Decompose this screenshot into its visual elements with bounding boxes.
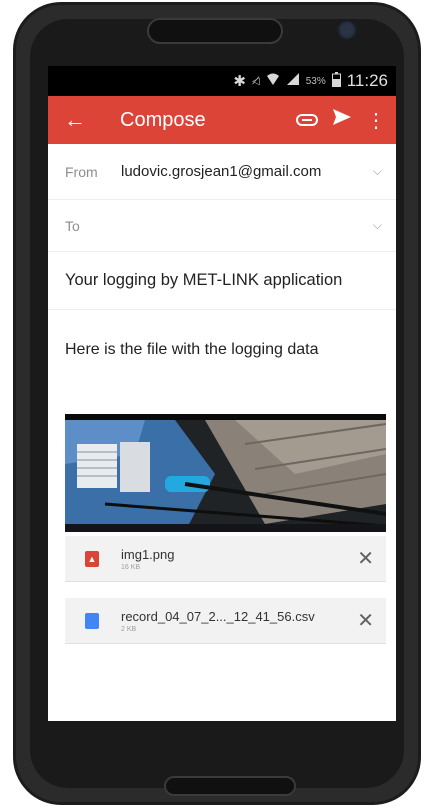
attachment-card[interactable]: ▲ img1.png 16 KB ✕ [65,536,386,582]
mute-icon: ◁̸ [252,76,260,87]
document-file-icon [85,613,99,629]
page-title: Compose [120,109,282,132]
status-bar: ✱ ◁̸ 53% 11:26 [48,66,396,96]
clock: 11:26 [347,71,388,91]
image-attachment-preview[interactable] [65,414,386,532]
attachment-card[interactable]: record_04_07_2..._12_41_56.csv 2 KB ✕ [65,598,386,644]
attachment-size: 16 KB [121,564,357,571]
signal-icon [286,72,300,90]
chevron-down-icon[interactable]: ⌵ [373,218,382,233]
to-row[interactable]: To ⌵ [48,200,396,252]
subject-input[interactable]: Your logging by MET-LINK application [65,271,342,290]
close-icon[interactable]: ✕ [357,546,374,571]
from-label: From [65,164,121,180]
phone-screen: ✱ ◁̸ 53% 11:26 ← Compose ⋮ From ludovic.… [48,66,396,721]
from-row[interactable]: From ludovic.grosjean1@gmail.com ⌵ [48,144,396,200]
attachment-photo [65,414,386,532]
wifi-icon [266,72,280,90]
attachment-name: img1.png [121,547,357,562]
message-body[interactable]: Here is the file with the logging data [65,341,318,359]
front-camera [337,20,357,40]
app-bar: ← Compose ⋮ [48,96,396,144]
attach-icon[interactable] [296,109,318,132]
attachment-name: record_04_07_2..._12_41_56.csv [121,609,357,624]
send-icon[interactable] [332,108,352,132]
chevron-down-icon[interactable]: ⌵ [373,164,382,179]
image-file-icon: ▲ [85,551,99,567]
bluetooth-icon: ✱ [233,72,246,90]
top-speaker [147,18,283,44]
bottom-speaker [164,776,296,796]
battery-percent: 53% [306,76,326,87]
to-label: To [65,218,121,234]
battery-icon [332,72,341,91]
attachment-size: 2 KB [121,626,357,633]
subject-row[interactable]: Your logging by MET-LINK application [48,252,396,310]
close-icon[interactable]: ✕ [357,608,374,633]
back-arrow-icon[interactable]: ← [64,107,104,133]
more-options-icon[interactable]: ⋮ [366,108,386,133]
from-value: ludovic.grosjean1@gmail.com [121,163,373,180]
